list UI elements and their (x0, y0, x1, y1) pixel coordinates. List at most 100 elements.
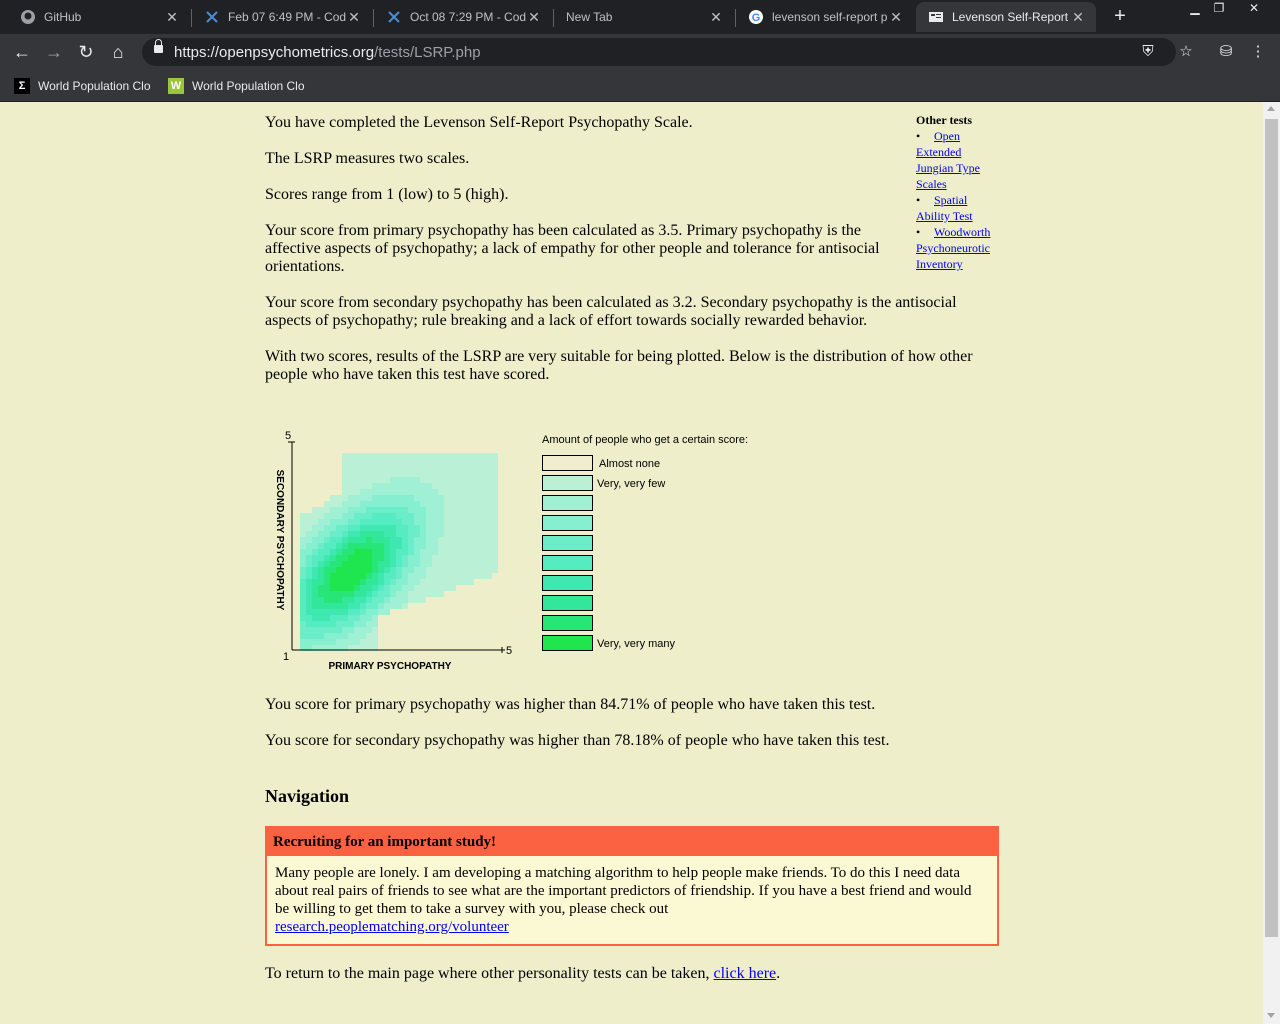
density-cell (396, 507, 402, 513)
density-cell (480, 489, 486, 495)
bookmark-world-population-1[interactable]: Σ World Population Clo (14, 76, 152, 96)
scroll-thumb[interactable] (1265, 119, 1278, 937)
density-cell (300, 555, 306, 561)
density-cell (366, 609, 372, 615)
density-cell (480, 477, 486, 483)
density-cell (456, 507, 462, 513)
tab-levenson-active[interactable]: Levenson Self-Report ✕ (916, 2, 1096, 32)
home-icon[interactable]: ⌂ (106, 40, 130, 64)
density-cell (384, 585, 390, 591)
density-cell (450, 549, 456, 555)
density-cell (456, 567, 462, 573)
density-cell (408, 555, 414, 561)
density-cell (474, 489, 480, 495)
density-cell (420, 543, 426, 549)
close-icon[interactable]: ✕ (164, 9, 180, 26)
page-scrollbar[interactable] (1263, 102, 1280, 1024)
bookmark-star-icon[interactable]: ☆ (1174, 40, 1198, 64)
density-cell (408, 459, 414, 465)
close-icon[interactable]: ✕ (526, 9, 542, 26)
density-cell (480, 495, 486, 501)
tab-codepen-oct[interactable]: Oct 08 7:29 PM - Code ✕ (374, 2, 552, 32)
density-cell (300, 585, 306, 591)
density-cell (354, 585, 360, 591)
new-tab-button[interactable]: + (1108, 6, 1132, 28)
back-arrow-icon[interactable]: ← (10, 40, 34, 64)
url-text[interactable]: https://openpsychometrics.org/tests/LSRP… (174, 44, 481, 61)
density-cell (444, 483, 450, 489)
close-icon[interactable]: ✕ (708, 9, 724, 26)
tab-title: Feb 07 6:49 PM - Code (228, 10, 346, 24)
density-cell (306, 609, 312, 615)
click-here-link[interactable]: click here (714, 965, 777, 982)
density-cell (378, 453, 384, 459)
density-cell (408, 501, 414, 507)
density-cell (492, 453, 498, 459)
density-cell (402, 603, 408, 609)
density-cell (384, 513, 390, 519)
density-cell (426, 483, 432, 489)
legend-label: Very, very few (597, 478, 665, 490)
forward-arrow-icon[interactable]: → (42, 40, 66, 64)
density-cell (330, 501, 336, 507)
density-cell (456, 453, 462, 459)
density-cell (354, 525, 360, 531)
tab-google-search[interactable]: G levenson self-report p ✕ (736, 2, 914, 32)
density-cell (426, 567, 432, 573)
address-bar[interactable]: https://openpsychometrics.org/tests/LSRP… (142, 38, 1176, 66)
density-cell (384, 561, 390, 567)
density-cell (486, 477, 492, 483)
density-cell (330, 609, 336, 615)
close-icon[interactable]: ✕ (888, 9, 904, 26)
density-cell (336, 573, 342, 579)
density-cell (348, 507, 354, 513)
density-cell (396, 519, 402, 525)
density-cell (402, 519, 408, 525)
minimize-icon[interactable]: ▁ (1184, 0, 1206, 18)
density-cell (396, 483, 402, 489)
reload-icon[interactable]: ↻ (74, 40, 98, 64)
scroll-down-arrow-icon[interactable] (1267, 1013, 1275, 1018)
density-cell (384, 495, 390, 501)
close-window-icon[interactable]: ✕ (1232, 0, 1276, 18)
bookmark-world-population-2[interactable]: W World Population Clo (168, 76, 306, 96)
density-cell (462, 561, 468, 567)
scroll-up-arrow-icon[interactable] (1267, 106, 1275, 111)
density-cell (414, 597, 420, 603)
density-cell (444, 495, 450, 501)
density-cell (402, 477, 408, 483)
density-cell (336, 615, 342, 621)
restore-icon[interactable]: ❐ (1208, 0, 1230, 18)
density-cell (336, 591, 342, 597)
density-cell (444, 549, 450, 555)
density-cell (330, 639, 336, 645)
density-cell (414, 591, 420, 597)
density-cell (444, 453, 450, 459)
density-cell (384, 489, 390, 495)
density-cell (462, 549, 468, 555)
density-cell (366, 543, 372, 549)
menu-kebab-icon[interactable]: ⋮ (1246, 40, 1270, 64)
density-cell (336, 609, 342, 615)
extension-icon[interactable]: ⛁ (1214, 40, 1238, 64)
legend-swatch (542, 575, 593, 591)
tab-codepen-feb[interactable]: Feb 07 6:49 PM - Code ✕ (192, 2, 372, 32)
volunteer-link[interactable]: research.peoplematching.org/volunteer (275, 919, 509, 935)
density-cell (312, 531, 318, 537)
tab-github[interactable]: GitHub ✕ (8, 2, 190, 32)
density-cell (378, 495, 384, 501)
density-cell (444, 543, 450, 549)
density-cell (468, 507, 474, 513)
density-cell (318, 621, 324, 627)
shield-blocked-icon[interactable]: ⛨ (1138, 42, 1158, 62)
density-cell (360, 627, 366, 633)
density-cell (468, 549, 474, 555)
close-icon[interactable]: ✕ (346, 9, 362, 26)
tab-new-tab[interactable]: New Tab ✕ (554, 2, 734, 32)
density-cell (438, 477, 444, 483)
density-cell (450, 537, 456, 543)
density-cell (402, 513, 408, 519)
density-cell (414, 537, 420, 543)
density-cell (348, 519, 354, 525)
close-icon[interactable]: ✕ (1070, 9, 1086, 26)
